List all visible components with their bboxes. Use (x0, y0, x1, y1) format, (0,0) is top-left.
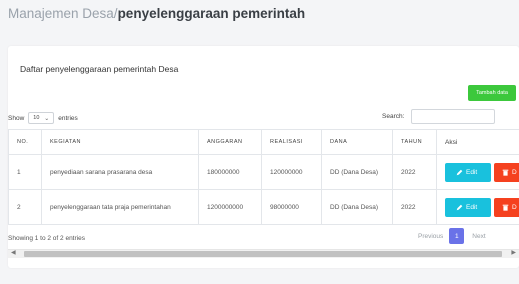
cell-no: 2 (8, 189, 42, 225)
cell-dana: DD (Dana Desa) (321, 189, 393, 225)
col-anggaran[interactable]: ANGGARAN (198, 129, 262, 155)
cell-tahun: 2022 (392, 189, 437, 225)
scrollbar-thumb[interactable] (24, 251, 502, 257)
breadcrumb-current: penyelenggaraan pemerintah (117, 6, 306, 21)
previous-button[interactable]: Previous (412, 233, 449, 240)
cell-tahun: 2022 (392, 154, 437, 190)
delete-label: D (512, 168, 517, 176)
data-table: NO. KEGIATAN ANGGARAN REALISASI DANA TAH… (8, 129, 519, 225)
cell-no: 1 (8, 154, 42, 190)
edit-label: Edit (466, 168, 478, 176)
delete-button[interactable]: D (494, 162, 519, 182)
cell-actions: Edit D (436, 189, 519, 225)
col-kegiatan[interactable]: KEGIATAN (41, 129, 199, 155)
table-row: 1 penyediaan sarana prasarana desa 18000… (8, 154, 519, 190)
cell-kegiatan: penyediaan sarana prasarana desa (41, 154, 199, 190)
table-row: 2 penyelenggaraan tata praja pemerintaha… (8, 189, 519, 225)
edit-button[interactable]: Edit (445, 197, 491, 217)
pencil-icon (456, 169, 463, 175)
chevron-down-icon: ⌄ (44, 115, 50, 122)
scroll-left-icon[interactable]: ◀ (11, 249, 16, 256)
col-tahun[interactable]: TAHUN (392, 129, 437, 155)
data-card: Daftar penyelenggaraan pemerintah Desa T… (8, 46, 519, 268)
search-input[interactable] (411, 109, 495, 124)
col-dana[interactable]: DANA (321, 129, 393, 155)
pagination: Previous 1 Next (412, 228, 494, 244)
page-size-value: 10 (33, 115, 40, 121)
page-size-select[interactable]: 10 ⌄ (28, 112, 55, 124)
table-header-row: NO. KEGIATAN ANGGARAN REALISASI DANA TAH… (8, 129, 519, 155)
card-title: Daftar penyelenggaraan pemerintah Desa (20, 64, 179, 74)
next-button[interactable]: Next (464, 233, 493, 240)
cell-actions: Edit D (436, 154, 519, 190)
col-realisasi[interactable]: REALISASI (261, 129, 322, 155)
col-aksi: Aksi (436, 129, 519, 155)
cell-anggaran: 180000000 (198, 154, 262, 190)
col-no[interactable]: NO. (8, 129, 42, 155)
trash-icon (502, 204, 509, 211)
cell-realisasi: 98000000 (261, 189, 322, 225)
delete-label: D (512, 203, 517, 211)
cell-realisasi: 120000000 (261, 154, 322, 190)
scroll-right-icon[interactable]: ▶ (511, 249, 516, 256)
cell-anggaran: 1200000000 (198, 189, 262, 225)
show-entries: Show 10 ⌄ entries (8, 111, 78, 125)
table-info: Showing 1 to 2 of 2 entries (8, 235, 85, 242)
delete-button[interactable]: D (494, 197, 519, 217)
entries-label: entries (58, 114, 78, 122)
show-label: Show (8, 114, 25, 122)
edit-button[interactable]: Edit (445, 162, 491, 182)
search-label: Search: (382, 113, 405, 120)
cell-kegiatan: penyelenggaraan tata praja pemerintahan (41, 189, 199, 225)
add-data-button[interactable]: Tambah data (468, 85, 516, 101)
edit-label: Edit (466, 203, 478, 211)
page-1-button[interactable]: 1 (449, 228, 465, 244)
breadcrumb: Manajemen Desa/penyelenggaraan pemerinta… (8, 6, 305, 21)
trash-icon (502, 169, 509, 176)
pencil-icon (456, 204, 463, 210)
cell-dana: DD (Dana Desa) (321, 154, 393, 190)
breadcrumb-parent[interactable]: Manajemen Desa/ (8, 6, 118, 21)
horizontal-scrollbar[interactable]: ◀ ▶ (8, 249, 519, 258)
